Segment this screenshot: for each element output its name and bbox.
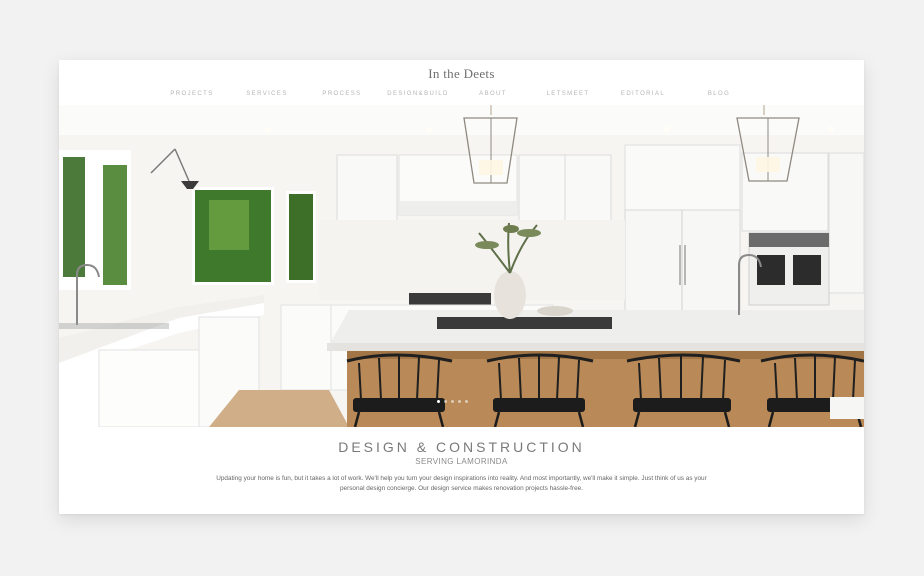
slide-dot-5[interactable]: [465, 400, 468, 403]
nav-item-process[interactable]: PROCESS: [322, 91, 361, 97]
slideshow-indicators: [437, 400, 477, 406]
site-logo[interactable]: In the Deets: [59, 66, 864, 82]
nav-item-blog[interactable]: BLOG: [708, 91, 730, 97]
hero-caption: DESIGN & CONSTRUCTION SERVING LAMORINDA …: [59, 427, 864, 514]
slide-dot-4[interactable]: [458, 400, 461, 403]
caption-body: Updating your home is fun, but it takes …: [216, 475, 707, 492]
nav-item-projects[interactable]: PROJECTS: [170, 91, 213, 97]
nav-item-letsmeet[interactable]: LETSMEET: [547, 91, 590, 97]
slide-dot-1[interactable]: [437, 400, 440, 403]
slide-dot-2[interactable]: [444, 400, 447, 403]
main-nav: PROJECTS SERVICES PROCESS DESIGN&BUILD A…: [59, 91, 864, 101]
nav-item-design-build[interactable]: DESIGN&BUILD: [387, 91, 448, 97]
hero-slideshow[interactable]: [59, 105, 864, 427]
kitchen-photo: [59, 105, 864, 427]
caption-subtitle: SERVING LAMORINDA: [415, 457, 508, 466]
website-preview-card: In the Deets PROJECTS SERVICES PROCESS D…: [59, 60, 864, 514]
slide-dot-3[interactable]: [451, 400, 454, 403]
nav-item-editorial[interactable]: EDITORIAL: [621, 91, 665, 97]
site-header: In the Deets PROJECTS SERVICES PROCESS D…: [59, 60, 864, 105]
caption-title: DESIGN & CONSTRUCTION: [338, 439, 585, 455]
nav-item-about[interactable]: ABOUT: [479, 91, 507, 97]
nav-item-services[interactable]: SERVICES: [246, 91, 287, 97]
